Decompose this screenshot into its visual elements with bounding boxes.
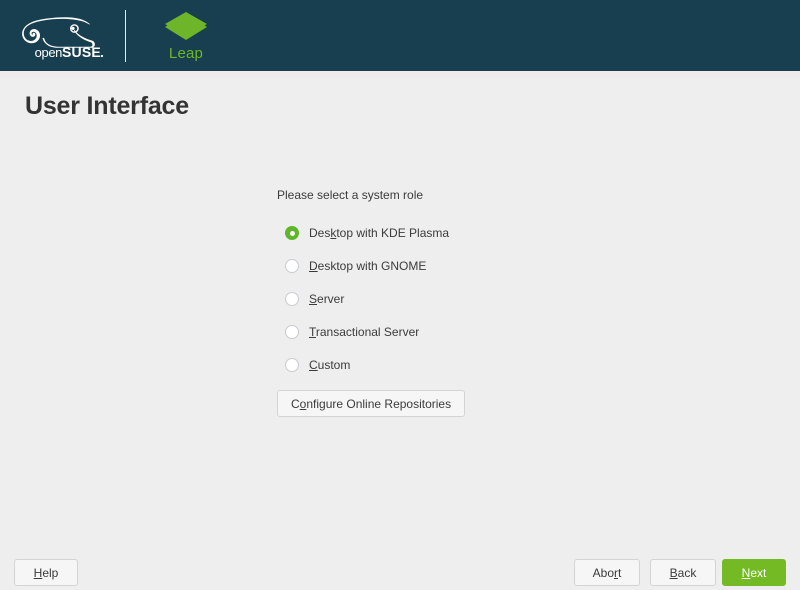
next-button[interactable]: Next <box>722 559 786 586</box>
radio-option-custom[interactable]: Custom <box>276 356 449 374</box>
svg-text:SUSE: SUSE <box>62 44 101 60</box>
label-text-after: t <box>618 566 621 580</box>
opensuse-chameleon-logo: open SUSE <box>18 12 106 60</box>
header-divider <box>125 10 126 62</box>
label-text-before: Abo <box>593 566 614 580</box>
system-role-prompt: Please select a system role <box>277 188 449 202</box>
radio-option-desktop-kde-plasma[interactable]: Desktop with KDE Plasma <box>276 224 449 242</box>
radio-indicator[interactable] <box>285 358 299 372</box>
label-text-after: nfigure Online Repositories <box>306 397 451 411</box>
radio-option-label: Transactional Server <box>309 325 419 339</box>
label-text-after: ack <box>678 566 697 580</box>
back-button[interactable]: Back <box>650 559 716 586</box>
header-bar: open SUSE Leap <box>0 0 800 71</box>
label-text-after: esktop with GNOME <box>318 259 427 273</box>
radio-option-label: Server <box>309 292 344 306</box>
radio-option-desktop-gnome[interactable]: Desktop with GNOME <box>276 257 449 275</box>
radio-option-label: Desktop with KDE Plasma <box>309 226 449 240</box>
leap-product-logo: Leap <box>158 10 214 62</box>
label-text-before: C <box>291 397 300 411</box>
accelerator-key: H <box>34 566 43 580</box>
accelerator-key: T <box>309 325 316 339</box>
leap-diamond-chevron-logo <box>158 10 214 44</box>
label-text-after: ustom <box>318 358 351 372</box>
opensuse-brand-logo: open SUSE <box>14 12 109 60</box>
label-text-after: top with KDE Plasma <box>336 226 449 240</box>
configure-online-repositories-button[interactable]: Configure Online Repositories <box>277 390 465 417</box>
label-text-after: ext <box>750 566 766 580</box>
label-text-after: erver <box>317 292 344 306</box>
product-name-label: Leap <box>169 45 203 62</box>
system-role-section: Please select a system role Desktop with… <box>276 188 449 389</box>
accelerator-key: o <box>300 397 307 411</box>
radio-indicator[interactable] <box>285 226 299 240</box>
header-underline-strip <box>0 71 800 77</box>
accelerator-key: S <box>309 292 317 306</box>
label-text-after: ransactional Server <box>316 325 419 339</box>
accelerator-key: N <box>742 566 751 580</box>
accelerator-key: C <box>309 358 318 372</box>
main-content: Please select a system role Desktop with… <box>0 140 800 540</box>
footer-button-bar: Help Abort Back Next <box>0 546 800 590</box>
radio-indicator[interactable] <box>285 259 299 273</box>
page-title: User Interface <box>25 92 189 121</box>
radio-option-label: Desktop with GNOME <box>309 259 426 273</box>
svg-text:open: open <box>34 45 61 60</box>
help-button[interactable]: Help <box>14 559 78 586</box>
radio-indicator[interactable] <box>285 292 299 306</box>
radio-option-transactional-server[interactable]: Transactional Server <box>276 323 449 341</box>
label-text-before: Des <box>309 226 330 240</box>
label-text-after: elp <box>42 566 58 580</box>
abort-button[interactable]: Abort <box>574 559 640 586</box>
accelerator-key: D <box>309 259 318 273</box>
radio-option-label: Custom <box>309 358 350 372</box>
radio-indicator[interactable] <box>285 325 299 339</box>
radio-option-server[interactable]: Server <box>276 290 449 308</box>
accelerator-key: B <box>670 566 678 580</box>
